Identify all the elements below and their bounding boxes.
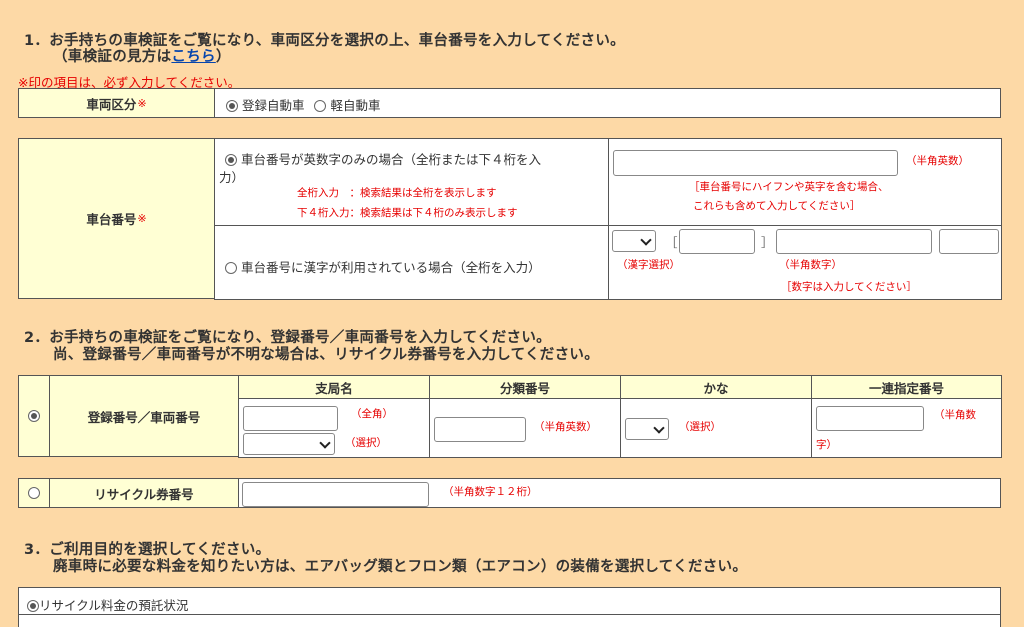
class-number-cell: （半角英数） — [429, 398, 621, 458]
section3-heading: 3．ご利用目的を選択してください。 — [24, 542, 271, 558]
hint-full-digits: 全桁入力 ：検索結果は全桁を表示します — [297, 187, 497, 199]
alnum-chassis-input[interactable] — [613, 150, 898, 176]
radio-alnum-option[interactable]: 車台番号が英数字のみの場合（全桁または下４桁を入 — [225, 149, 541, 168]
radio-unselected-icon[interactable] — [225, 262, 237, 274]
chevron-down-icon — [319, 437, 331, 449]
kanji-input-cell: ［ ］ （漢字選択） （半角数字） ［数字は入力してください］ — [608, 225, 1002, 300]
col-kana: かな — [620, 375, 812, 399]
chevron-down-icon — [640, 234, 652, 246]
vehicle-type-options: 登録自動車 軽自動車 — [226, 95, 380, 114]
vehicle-type-label: 車両区分 ※ — [18, 88, 215, 118]
recycle-ticket-row: リサイクル券番号 （半角数字１２桁） — [18, 478, 1001, 508]
radio-registered-car[interactable]: 登録自動車 — [226, 98, 305, 113]
radio-unselected-icon[interactable] — [314, 100, 327, 112]
radio-light-car-label: 軽自動車 — [330, 98, 381, 113]
serial-note-line2: 字） — [816, 439, 837, 451]
branch-select[interactable] — [243, 433, 335, 455]
alnum-note-line1: ［車台番号にハイフンや英字を含む場合、 — [689, 181, 889, 193]
kanji-option-label: 車台番号に漢字が利用されている場合（全桁を入力） — [240, 260, 541, 275]
alnum-note-line2: これらも含めて入力してください］ — [693, 200, 861, 212]
required-mark: ※ — [137, 96, 147, 110]
chassis-number-table: 車台番号 ※ 車台番号が英数字のみの場合（全桁または下４桁を入 力） 全桁入力 ：… — [18, 138, 1002, 300]
kanji-suffix-input[interactable] — [939, 229, 999, 254]
serial-note-line1: （半角数 — [934, 409, 976, 421]
serial-number-cell: （半角数 字） — [811, 398, 1002, 458]
table-divider — [18, 614, 1001, 615]
bracket-close: ］ — [761, 235, 774, 250]
registration-number-table: 登録番号／車両番号 支局名 分類番号 かな 一連指定番号 （全角） （選択） （… — [18, 375, 1002, 458]
radio-light-car[interactable]: 軽自動車 — [314, 98, 380, 113]
branch-fullwidth-note: （全角） — [351, 408, 393, 420]
kanji-prefix-input[interactable] — [679, 229, 755, 254]
vehicle-type-label-text: 車両区分 — [86, 96, 137, 112]
radio-selected-icon[interactable] — [226, 100, 238, 112]
chassis-number-label-text: 車台番号 — [86, 212, 137, 227]
recycle-ticket-label: リサイクル券番号 — [49, 478, 239, 508]
subheading-suffix: ） — [215, 49, 231, 65]
chevron-down-icon — [653, 422, 665, 434]
section3-subheading: 廃車時に必要な料金を知りたい方は、エアバッグ類とフロン類（エアコン）の装備を選択… — [53, 559, 748, 575]
alnum-option-label-wrap: 力） — [219, 170, 245, 185]
class-number-note: （半角英数） — [534, 421, 597, 433]
reg-radio-cell — [18, 375, 50, 457]
radio-selected-icon[interactable] — [225, 154, 237, 166]
kanji-select-note: （漢字選択） — [617, 259, 680, 271]
col-class-number: 分類番号 — [429, 375, 621, 399]
kanji-number-input[interactable] — [776, 229, 932, 254]
radio-kanji-option[interactable]: 車台番号に漢字が利用されている場合（全桁を入力） — [225, 257, 541, 276]
radio-recycle-ticket[interactable] — [28, 487, 40, 499]
hint-last4-digits: 下４桁入力：検索結果は下４桁のみ表示します — [297, 207, 518, 219]
recycle-fee-status-label: リサイクル料金の預託状況 — [39, 598, 189, 613]
branch-select-note: （選択） — [345, 437, 387, 449]
kanji-option-cell: 車台番号に漢字が利用されている場合（全桁を入力） — [214, 225, 609, 300]
chassis-number-label: 車台番号 ※ — [18, 138, 215, 299]
section2-subheading: 尚、登録番号／車両番号が不明な場合は、リサイクル券番号を入力してください。 — [53, 347, 600, 363]
required-mark: ※ — [137, 212, 147, 225]
serial-number-input[interactable] — [816, 406, 924, 431]
alnum-input-cell: （半角英数） ［車台番号にハイフンや英字を含む場合、 これらも含めて入力してくだ… — [608, 138, 1002, 226]
radio-registered-car-label: 登録自動車 — [241, 98, 305, 113]
branch-cell: （全角） （選択） — [238, 398, 430, 458]
class-number-input[interactable] — [434, 417, 526, 442]
kanji-number-note2: ［数字は入力してください］ — [781, 281, 917, 293]
vehicle-type-row: 車両区分 ※ 登録自動車 軽自動車 — [18, 88, 1001, 118]
alnum-input-note: （半角英数） — [906, 155, 969, 167]
kana-select[interactable] — [625, 418, 669, 440]
subheading-prefix: （車検証の見方は — [53, 49, 172, 65]
bracket-open: ［ — [665, 235, 678, 250]
radio-recycle-fee-status[interactable]: リサイクル料金の預託状況 — [27, 595, 188, 614]
radio-selected-icon[interactable] — [27, 600, 39, 612]
branch-name-input[interactable] — [243, 406, 338, 431]
radio-registration-number[interactable] — [28, 410, 40, 422]
section1-subheading: （車検証の見方はこちら） — [53, 48, 231, 66]
recycle-ticket-note: （半角数字１２桁） — [443, 486, 538, 498]
recycle-radio-cell — [18, 478, 50, 508]
alnum-option-cell: 車台番号が英数字のみの場合（全桁または下４桁を入 力） 全桁入力 ：検索結果は全… — [214, 138, 609, 226]
kanji-select[interactable] — [612, 230, 656, 252]
alnum-option-label: 車台番号が英数字のみの場合（全桁または下４桁を入 — [240, 152, 541, 167]
purpose-table: リサイクル料金の預託状況 — [18, 587, 1001, 627]
kana-note: （選択） — [679, 421, 721, 433]
vehicle-certificate-guide-link[interactable]: こちら — [171, 49, 215, 65]
section2-heading: 2．お手持ちの車検証をご覧になり、登録番号／車両番号を入力してください。 — [24, 330, 551, 346]
kana-cell: （選択） — [620, 398, 812, 458]
col-serial-number: 一連指定番号 — [811, 375, 1002, 399]
col-branch: 支局名 — [238, 375, 430, 399]
kanji-number-note: （半角数字） — [779, 259, 842, 271]
registration-number-label: 登録番号／車両番号 — [49, 375, 239, 457]
recycle-ticket-input[interactable] — [242, 482, 429, 507]
